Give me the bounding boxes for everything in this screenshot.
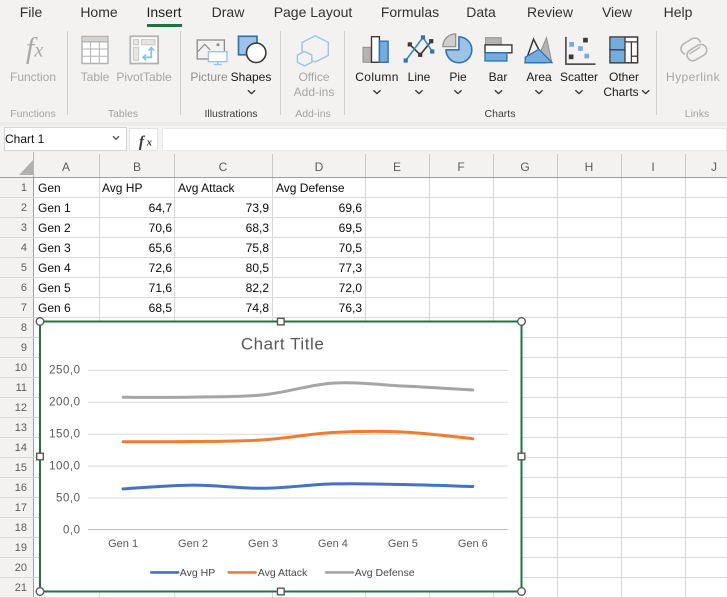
- svg-text:Gen 6: Gen 6: [458, 538, 488, 550]
- svg-text:Gen 2: Gen 2: [178, 538, 208, 550]
- svg-text:Gen 1: Gen 1: [108, 538, 138, 550]
- svg-text:Gen 4: Gen 4: [318, 538, 348, 550]
- svg-text:Avg Defense: Avg Defense: [355, 567, 415, 579]
- svg-text:0,0: 0,0: [63, 524, 81, 536]
- svg-text:100,0: 100,0: [49, 461, 81, 473]
- svg-text:Chart Title: Chart Title: [241, 334, 325, 353]
- svg-text:Avg HP: Avg HP: [180, 567, 215, 579]
- svg-text:200,0: 200,0: [49, 397, 81, 409]
- svg-text:Gen 5: Gen 5: [388, 538, 418, 550]
- svg-text:Avg Attack: Avg Attack: [258, 567, 308, 579]
- svg-text:Gen 3: Gen 3: [248, 538, 278, 550]
- svg-text:50,0: 50,0: [56, 492, 81, 504]
- svg-text:250,0: 250,0: [49, 365, 81, 377]
- svg-text:150,0: 150,0: [49, 429, 81, 441]
